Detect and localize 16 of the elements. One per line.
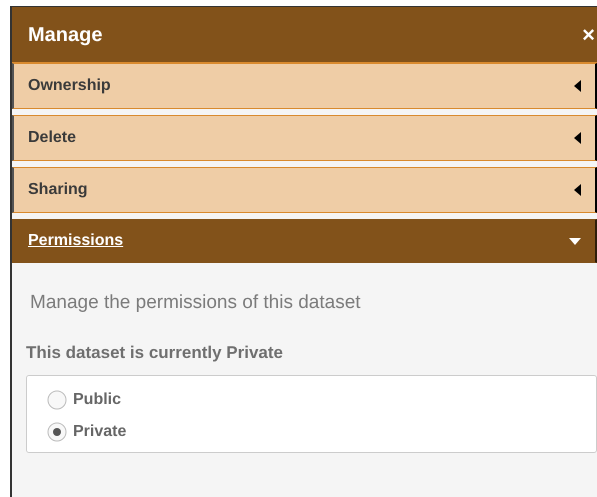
caret-down-icon [569,238,581,244]
caret-left-icon [574,80,581,92]
caret-left-icon [574,184,581,196]
caret-left-icon [574,132,581,144]
section-header[interactable]: Permissions [12,219,597,263]
description: Manage the permissions of this dataset [30,291,362,315]
section-header[interactable]: Delete [12,115,597,161]
radio-button[interactable] [47,390,67,410]
option-label[interactable]: Public [73,388,122,412]
option-label[interactable]: Private [73,420,126,444]
radio-button[interactable] [47,422,67,442]
panel-title: Manage [28,22,102,48]
section-header[interactable]: Ownership [12,63,597,109]
close-button[interactable]: × [582,24,597,46]
section-header[interactable]: Sharing [12,167,597,213]
status-label: This dataset is currently Private [26,342,284,364]
